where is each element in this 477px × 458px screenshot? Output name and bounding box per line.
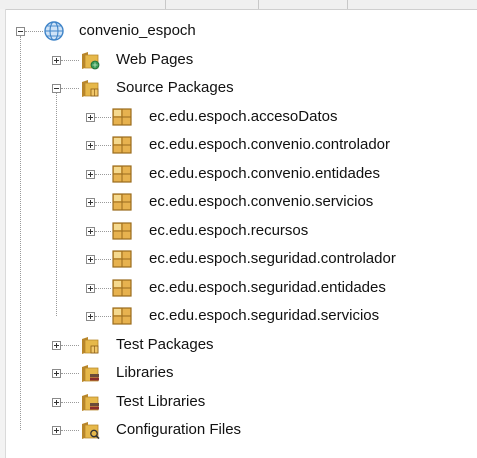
tree-connector-line	[95, 287, 111, 289]
tree-node-label: ec.edu.espoch.convenio.entidades	[149, 164, 381, 182]
collapse-toggle-icon[interactable]	[16, 27, 25, 36]
configuration-files-folder-icon	[79, 419, 101, 441]
expand-toggle-icon[interactable]	[86, 226, 95, 236]
expand-toggle-icon[interactable]	[52, 55, 61, 65]
globe-icon	[43, 20, 65, 42]
tree-node-label: Test Libraries	[116, 392, 206, 410]
expand-toggle-icon[interactable]	[86, 141, 95, 150]
libraries-folder-icon	[79, 362, 101, 384]
tree-connector-line	[61, 344, 79, 346]
expand-toggle-icon[interactable]	[86, 112, 95, 122]
tree-row-node[interactable]: Web Pages	[0, 46, 477, 74]
tree-connector-line	[95, 173, 111, 175]
expand-toggle-icon[interactable]	[86, 198, 95, 207]
tree-node-label: ec.edu.espoch.seguridad.servicios	[149, 307, 380, 324]
tree-connector-line	[61, 88, 79, 89]
tree-row-package[interactable]: ec.edu.espoch.seguridad.controlador	[0, 245, 477, 273]
test-packages-folder-icon	[79, 334, 101, 356]
tree-row-node[interactable]: Configuration Files	[0, 416, 477, 444]
expand-toggle-icon[interactable]	[86, 255, 95, 264]
tree-row-node[interactable]: Source Packages	[0, 74, 477, 102]
tree-connector-line	[95, 116, 111, 118]
tree-connector-line	[95, 202, 111, 203]
java-package-icon	[111, 277, 133, 299]
tree-node-label: Libraries	[116, 364, 174, 381]
expand-toggle-icon[interactable]	[52, 426, 61, 435]
expand-toggle-icon[interactable]	[86, 312, 95, 321]
tree-row-package[interactable]: ec.edu.espoch.recursos	[0, 217, 477, 245]
tree-connector-line	[95, 145, 111, 146]
expand-toggle-icon[interactable]	[86, 169, 95, 179]
tree-row-node[interactable]: Libraries	[0, 359, 477, 387]
java-package-icon	[111, 220, 133, 242]
tree-row-package[interactable]: ec.edu.espoch.convenio.controlador	[0, 131, 477, 159]
tree-connector-line	[95, 259, 111, 260]
column-header-strip	[0, 0, 477, 10]
tree-row-package[interactable]: ec.edu.espoch.convenio.servicios	[0, 188, 477, 216]
tree-node-label: Test Packages	[116, 335, 214, 353]
tree-row-package[interactable]: ec.edu.espoch.seguridad.entidades	[0, 274, 477, 302]
tree-connector-line	[61, 373, 79, 374]
tree-row-package[interactable]: ec.edu.espoch.convenio.entidades	[0, 160, 477, 188]
tree-row-node[interactable]: Test Packages	[0, 331, 477, 359]
tree-row-package[interactable]: ec.edu.espoch.accesoDatos	[0, 103, 477, 131]
tree-connector-line	[61, 59, 79, 61]
java-package-icon	[111, 248, 133, 270]
test-libraries-folder-icon	[79, 391, 101, 413]
expand-toggle-icon[interactable]	[52, 369, 61, 378]
java-package-icon	[111, 305, 133, 327]
tree-node-label: ec.edu.espoch.seguridad.controlador	[149, 250, 396, 267]
tree-connector-line	[61, 430, 79, 431]
tree-node-label: Configuration Files	[116, 421, 242, 438]
tree-node-label: ec.edu.espoch.convenio.servicios	[149, 193, 374, 210]
tree-node-label: ec.edu.espoch.recursos	[149, 221, 309, 239]
tree-connector-line	[95, 316, 111, 317]
java-package-icon	[111, 134, 133, 156]
tree-node-label: ec.edu.espoch.accesoDatos	[149, 107, 338, 125]
tree-node-label: ec.edu.espoch.convenio.controlador	[149, 136, 390, 153]
tree-node-label: Source Packages	[116, 79, 234, 96]
expand-toggle-icon[interactable]	[52, 397, 61, 407]
tree-connector-line	[95, 230, 111, 232]
tree-connector-line	[61, 401, 79, 403]
tree-node-label: Web Pages	[116, 50, 194, 68]
tree-connector-line	[25, 31, 43, 32]
tree-row-package[interactable]: ec.edu.espoch.seguridad.servicios	[0, 302, 477, 330]
source-packages-folder-icon	[79, 77, 101, 99]
tree-node-label: convenio_espoch	[79, 22, 196, 39]
java-package-icon	[111, 106, 133, 128]
expand-toggle-icon[interactable]	[86, 283, 95, 293]
java-package-icon	[111, 191, 133, 213]
expand-toggle-icon[interactable]	[52, 340, 61, 350]
tree-row-node[interactable]: Test Libraries	[0, 388, 477, 416]
web-pages-folder-icon	[79, 49, 101, 71]
java-package-icon	[111, 163, 133, 185]
tree-node-label: ec.edu.espoch.seguridad.entidades	[149, 278, 386, 296]
tree-row-project[interactable]: convenio_espoch	[0, 17, 477, 45]
collapse-toggle-icon[interactable]	[52, 84, 61, 93]
